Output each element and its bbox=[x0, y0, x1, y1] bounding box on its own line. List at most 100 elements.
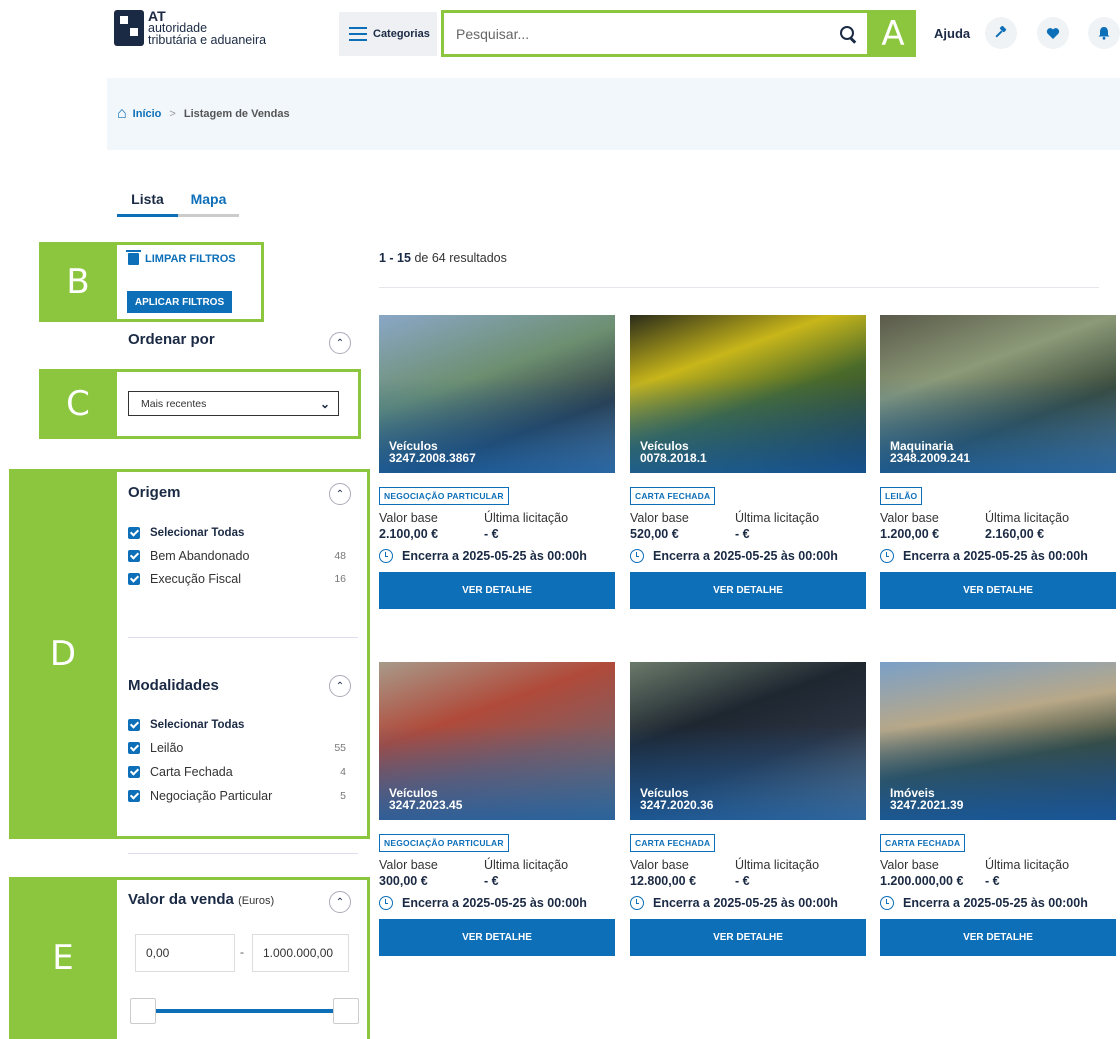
modalidades-select-all[interactable]: Selecionar Todas bbox=[128, 719, 346, 731]
listing-photo[interactable]: Maquinaria 2348.2009.241 bbox=[880, 315, 1116, 473]
results-suffix: de 64 resultados bbox=[414, 251, 507, 265]
view-detail-button[interactable]: VER DETALHE bbox=[379, 919, 615, 956]
checkbox-checked[interactable] bbox=[128, 719, 140, 731]
listing-card[interactable]: Maquinaria 2348.2009.241 LEILÃO Valor base 1… bbox=[880, 315, 1116, 609]
checkbox-checked[interactable] bbox=[128, 550, 140, 562]
base-value-amount: 520,00 € bbox=[630, 527, 679, 541]
range-max-handle[interactable] bbox=[333, 998, 359, 1024]
auction-hammer-icon[interactable] bbox=[985, 17, 1017, 49]
modalidades-collapse-chevron-up-icon[interactable]: ⌃ bbox=[329, 675, 351, 697]
modalidades-item[interactable]: Carta Fechada 4 bbox=[128, 765, 346, 779]
listing-photo[interactable]: Veículos 3247.2008.3867 bbox=[379, 315, 615, 473]
base-value-label: Valor base bbox=[880, 858, 939, 872]
listing-card[interactable]: Veículos 0078.2018.1 CARTA FECHADA Valor ba… bbox=[630, 315, 866, 609]
sort-select[interactable]: Mais recentes ⌄ bbox=[128, 391, 339, 416]
search-box bbox=[441, 10, 870, 57]
closing-date: Encerra a 2025-05-25 às 00:00h bbox=[630, 896, 866, 910]
base-value-amount: 12.800,00 € bbox=[630, 874, 697, 888]
view-detail-button[interactable]: VER DETALHE bbox=[880, 919, 1116, 956]
listing-card[interactable]: Imóveis 3247.2021.39 CARTA FECHADA Valor ba… bbox=[880, 662, 1116, 956]
origem-item-count: 48 bbox=[334, 550, 346, 562]
listing-reference: 3247.2008.3867 bbox=[389, 451, 476, 465]
search-input[interactable] bbox=[456, 25, 839, 42]
valor-title: Valor da venda (Euros) bbox=[128, 891, 274, 908]
modalidades-item-label: Carta Fechada bbox=[150, 765, 233, 779]
range-min-handle[interactable] bbox=[130, 998, 156, 1024]
closing-date: Encerra a 2025-05-25 às 00:00h bbox=[630, 549, 866, 563]
origem-select-all-label: Selecionar Todas bbox=[150, 527, 245, 539]
last-bid-amount: - € bbox=[735, 527, 750, 541]
valor-collapse-chevron-up-icon[interactable]: ⌃ bbox=[329, 891, 351, 913]
closing-date: Encerra a 2025-05-25 às 00:00h bbox=[880, 896, 1116, 910]
base-value-amount: 1.200.000,00 € bbox=[880, 874, 964, 888]
base-value-amount: 300,00 € bbox=[379, 874, 428, 888]
listing-values: Valor base 12.800,00 € Última licitação - € bbox=[630, 858, 866, 888]
sort-collapse-chevron-up-icon[interactable]: ⌃ bbox=[329, 332, 351, 354]
last-bid-amount: 2.160,00 € bbox=[985, 527, 1045, 541]
base-value: Valor base 12.800,00 € bbox=[630, 858, 735, 888]
closing-date-text: Encerra a 2025-05-25 às 00:00h bbox=[903, 549, 1088, 563]
listing-card[interactable]: Veículos 3247.2023.45 NEGOCIAÇÃO PARTICULA… bbox=[379, 662, 615, 956]
modalidades-item[interactable]: Leilão 55 bbox=[128, 741, 346, 755]
view-detail-button[interactable]: VER DETALHE bbox=[630, 572, 866, 609]
last-bid-label: Última licitação bbox=[735, 511, 820, 525]
valor-min-input[interactable]: 0,00 bbox=[135, 934, 235, 972]
clock-icon bbox=[880, 896, 894, 910]
checkbox-checked[interactable] bbox=[128, 766, 140, 778]
base-value-label: Valor base bbox=[379, 511, 438, 525]
listing-photo[interactable]: Imóveis 3247.2021.39 bbox=[880, 662, 1116, 820]
clear-filters-label: LIMPAR FILTROS bbox=[145, 253, 236, 265]
modality-badge: CARTA FECHADA bbox=[630, 487, 716, 505]
listing-photo[interactable]: Veículos 0078.2018.1 bbox=[630, 315, 866, 473]
apply-filters-button[interactable]: APLICAR FILTROS bbox=[127, 291, 232, 313]
favorites-heart-icon[interactable] bbox=[1037, 17, 1069, 49]
listing-card[interactable]: Veículos 3247.2020.36 CARTA FECHADA Valor b… bbox=[630, 662, 866, 956]
base-value-label: Valor base bbox=[630, 511, 689, 525]
breadcrumb-separator: > bbox=[169, 108, 176, 120]
categories-button[interactable]: Categorias bbox=[339, 12, 437, 56]
modalidades-item[interactable]: Negociação Particular 5 bbox=[128, 789, 346, 803]
home-icon[interactable]: ⌂ bbox=[117, 105, 127, 123]
origem-select-all[interactable]: Selecionar Todas bbox=[128, 527, 346, 539]
notifications-bell-icon[interactable] bbox=[1088, 17, 1120, 49]
origem-collapse-chevron-up-icon[interactable]: ⌃ bbox=[329, 483, 351, 505]
listing-reference: 3247.2021.39 bbox=[890, 798, 964, 812]
search-icon[interactable] bbox=[839, 25, 857, 43]
closing-date-text: Encerra a 2025-05-25 às 00:00h bbox=[903, 896, 1088, 910]
checkbox-checked[interactable] bbox=[128, 790, 140, 802]
valor-max-input[interactable]: 1.000.000,00 bbox=[252, 934, 349, 972]
origem-item[interactable]: Bem Abandonado 48 bbox=[128, 549, 346, 563]
clear-filters-button[interactable]: LIMPAR FILTROS bbox=[126, 250, 236, 265]
annotation-d-frame bbox=[114, 469, 370, 839]
help-link[interactable]: Ajuda bbox=[934, 26, 970, 41]
view-detail-button[interactable]: VER DETALHE bbox=[880, 572, 1116, 609]
base-value: Valor base 520,00 € bbox=[630, 511, 735, 541]
logo-line2: tributária e aduaneira bbox=[148, 33, 267, 47]
origem-item[interactable]: Execução Fiscal 16 bbox=[128, 572, 346, 586]
origem-item-count: 16 bbox=[334, 573, 346, 585]
origem-item-label: Bem Abandonado bbox=[150, 549, 250, 563]
breadcrumb-current: Listagem de Vendas bbox=[183, 108, 290, 120]
listing-photo[interactable]: Veículos 3247.2023.45 bbox=[379, 662, 615, 820]
checkbox-checked[interactable] bbox=[128, 742, 140, 754]
checkbox-checked[interactable] bbox=[128, 573, 140, 585]
base-value-label: Valor base bbox=[880, 511, 939, 525]
closing-date: Encerra a 2025-05-25 às 00:00h bbox=[379, 549, 615, 563]
listing-caption: Veículos 3247.2008.3867 bbox=[389, 440, 476, 464]
menu-icon bbox=[349, 27, 367, 41]
tab-mapa[interactable]: Mapa bbox=[178, 184, 239, 217]
last-bid-label: Última licitação bbox=[985, 511, 1070, 525]
view-tabs: Lista Mapa bbox=[117, 184, 239, 217]
breadcrumb-home[interactable]: Início bbox=[133, 108, 162, 120]
last-bid: Última licitação - € bbox=[985, 858, 1069, 888]
last-bid: Última licitação - € bbox=[735, 858, 819, 888]
listing-photo[interactable]: Veículos 3247.2020.36 bbox=[630, 662, 866, 820]
view-detail-button[interactable]: VER DETALHE bbox=[379, 572, 615, 609]
listing-card[interactable]: Veículos 3247.2008.3867 NEGOCIAÇÃO PARTICU… bbox=[379, 315, 615, 609]
listing-values: Valor base 2.100,00 € Última licitação - € bbox=[379, 511, 615, 541]
view-detail-button[interactable]: VER DETALHE bbox=[630, 919, 866, 956]
tab-lista[interactable]: Lista bbox=[117, 184, 178, 217]
base-value: Valor base 1.200,00 € bbox=[880, 511, 985, 541]
at-logo[interactable]: AT autoridade tributária e aduaneira bbox=[114, 9, 267, 47]
checkbox-checked[interactable] bbox=[128, 527, 140, 539]
